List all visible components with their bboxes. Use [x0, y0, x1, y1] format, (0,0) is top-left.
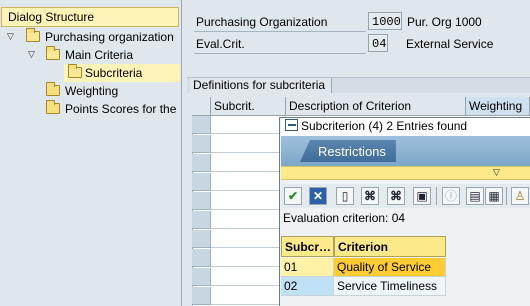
row-selector[interactable]: [192, 230, 211, 248]
user-icon[interactable]: ♙: [511, 187, 529, 205]
toolbar-separator: [436, 187, 437, 205]
column-header-weighting[interactable]: Weighting: [466, 97, 530, 115]
subcrit-cell[interactable]: [211, 135, 286, 153]
popup-title-bar: Subcriterion (4) 2 Entries found: [281, 118, 530, 136]
evaluation-criterion-text: Evaluation criterion: 04: [283, 211, 406, 225]
result-row[interactable]: 02 Service Timeliness: [281, 277, 446, 296]
row-selector[interactable]: [192, 192, 211, 210]
column-header-subcriterion[interactable]: Subcr…▲: [281, 236, 341, 257]
filter-icon[interactable]: ▣: [413, 187, 431, 205]
expand-arrow-icon[interactable]: ▽: [7, 31, 14, 42]
field-underline: [194, 53, 366, 54]
popup-title: Subcriterion (4) 2 Entries found: [301, 119, 468, 133]
collapse-triangle-icon[interactable]: ▽: [493, 167, 500, 178]
subcrit-cell[interactable]: [211, 230, 286, 248]
row-selector[interactable]: [192, 135, 211, 153]
dialog-structure-panel: Dialog Structure ▽ Purchasing organizati…: [0, 0, 182, 306]
subcrit-cell[interactable]: [211, 287, 286, 305]
dialog-structure-header: Dialog Structure: [1, 7, 179, 27]
subcrit-cell[interactable]: [211, 268, 286, 286]
column-header-subcrit[interactable]: Subcrit.: [211, 97, 286, 115]
tree-item-label: Weighting: [65, 84, 119, 98]
column-header-label: Subcr…: [285, 240, 332, 254]
folder-open-icon: [68, 64, 82, 78]
column-header-criterion[interactable]: Criterion: [334, 236, 446, 257]
purchasing-organization-description: Pur. Org 1000: [407, 15, 482, 29]
purchasing-organization-field[interactable]: 1000: [368, 12, 402, 30]
subcrit-cell[interactable]: [211, 192, 286, 210]
row-selector[interactable]: [192, 116, 211, 134]
result-code[interactable]: 01: [281, 258, 334, 277]
toolbar-separator: [506, 187, 507, 205]
info-icon[interactable]: ⓘ: [442, 187, 460, 205]
tree-item-label: Subcriteria: [85, 66, 143, 80]
subcriteria-table-header: Subcrit. Description of Criterion Weight…: [192, 97, 530, 116]
expand-arrow-icon[interactable]: ▽: [28, 49, 35, 60]
tree-item-main-criteria[interactable]: ▽ Main Criteria: [0, 46, 180, 64]
definitions-frame-title: Definitions for subcriteria: [190, 78, 333, 93]
folder-open-icon: [46, 46, 60, 60]
result-table-header: Subcr…▲ Criterion: [281, 236, 446, 257]
new-icon[interactable]: ▯: [336, 187, 354, 205]
subcrit-cell[interactable]: [211, 249, 286, 267]
result-criterion[interactable]: Quality of Service: [334, 258, 446, 277]
subcrit-cell[interactable]: [211, 154, 286, 172]
check-icon[interactable]: ✔: [284, 187, 302, 205]
row-selector[interactable]: [192, 154, 211, 172]
eval-crit-label: Eval.Crit.: [196, 37, 245, 51]
find-next-icon[interactable]: ⌘: [387, 187, 405, 205]
result-row[interactable]: 01 Quality of Service: [281, 258, 446, 277]
row-selector[interactable]: [192, 287, 211, 305]
subcrit-cell[interactable]: [211, 173, 286, 191]
folder-icon: [46, 82, 60, 96]
folder-open-icon: [26, 28, 40, 42]
restrictions-tab[interactable]: Restrictions: [300, 140, 396, 162]
row-selector[interactable]: [192, 249, 211, 267]
row-selector[interactable]: [192, 268, 211, 286]
column-header-description[interactable]: Description of Criterion: [286, 97, 466, 115]
cancel-icon[interactable]: ✕: [309, 187, 327, 205]
row-selector[interactable]: [192, 211, 211, 229]
select-all-cell[interactable]: [192, 97, 211, 115]
document-icon: [285, 119, 298, 131]
field-underline: [194, 31, 366, 32]
tree-item-label: Purchasing organization: [45, 30, 174, 44]
result-criterion[interactable]: Service Timeliness: [334, 277, 446, 296]
tree-item-subcriteria[interactable]: Subcriteria: [64, 64, 180, 82]
tree-item-points-scores[interactable]: Points Scores for the: [0, 100, 180, 118]
tree-item-label: Points Scores for the: [65, 102, 177, 116]
print-icon[interactable]: ▤: [466, 187, 484, 205]
purchasing-organization-label: Purchasing Organization: [196, 15, 328, 29]
result-code[interactable]: 02: [281, 277, 334, 296]
eval-crit-description: External Service: [406, 37, 494, 51]
row-selector[interactable]: [192, 173, 211, 191]
find-icon[interactable]: ⌘: [361, 187, 379, 205]
folder-icon: [46, 100, 60, 114]
tree-item-purchasing-organization[interactable]: ▽ Purchasing organization: [0, 28, 180, 46]
subcrit-cell[interactable]: [211, 116, 286, 134]
tree-item-weighting[interactable]: Weighting: [0, 82, 180, 100]
settings-icon[interactable]: ▦: [485, 187, 503, 205]
subcrit-cell[interactable]: [211, 211, 286, 229]
tree-item-label: Main Criteria: [65, 48, 134, 62]
eval-crit-field[interactable]: 04: [368, 34, 388, 52]
